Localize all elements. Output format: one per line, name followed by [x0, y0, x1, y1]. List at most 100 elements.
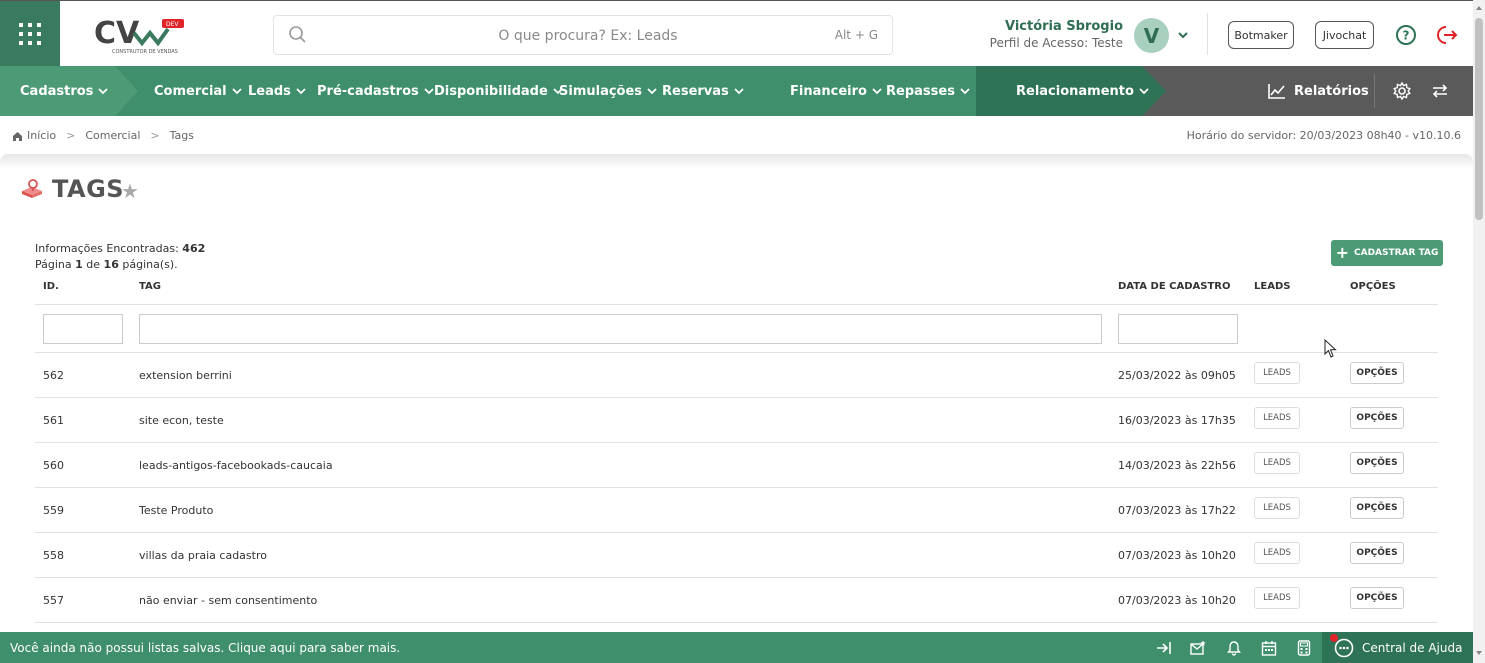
tags-module-icon [22, 179, 42, 198]
breadcrumb: Início > Comercial > Tags [12, 129, 194, 142]
cell-date: 07/03/2023 às 10h20 [1118, 594, 1236, 607]
server-time: Horário do servidor: 20/03/2023 08h40 - … [1186, 129, 1461, 142]
cell-date: 07/03/2023 às 17h22 [1118, 504, 1236, 517]
nav-item-repasses[interactable]: Repasses [886, 66, 970, 116]
table-row: 557 não enviar - sem consentimento 07/03… [35, 578, 1438, 623]
leads-button[interactable]: LEADS [1254, 542, 1300, 564]
options-button[interactable]: OPÇÕES [1350, 452, 1404, 474]
breadcrumb-home[interactable]: Início [27, 129, 56, 142]
main-nav: Cadastros Comercial Leads Pré-cadastros … [0, 66, 1473, 116]
chevron-down-icon [872, 88, 882, 95]
nav-item-reservas[interactable]: Reservas [662, 66, 744, 116]
notification-dot [1330, 634, 1338, 642]
gear-icon[interactable] [1392, 81, 1412, 101]
leads-button[interactable]: LEADS [1254, 452, 1300, 474]
cell-tag: site econ, teste [139, 414, 224, 427]
nav-item-relacionamento[interactable]: Relacionamento [1016, 66, 1149, 116]
global-search[interactable]: Alt + G [273, 15, 893, 55]
scrollbar-thumb[interactable] [1475, 18, 1483, 220]
collapse-arrow-icon[interactable] [1156, 640, 1172, 656]
chevron-down-icon [1139, 88, 1149, 95]
cell-id: 558 [43, 549, 64, 562]
options-button[interactable]: OPÇÕES [1350, 542, 1404, 564]
cell-id: 560 [43, 459, 64, 472]
chart-line-icon [1268, 84, 1285, 99]
svg-text:DEV: DEV [166, 21, 179, 28]
column-header-tag[interactable]: TAG [139, 281, 161, 292]
nav-item-financeiro[interactable]: Financeiro [790, 66, 882, 116]
results-info: Informações Encontradas: 462 Página 1 de… [35, 242, 206, 271]
mouse-pointer-icon [1324, 339, 1337, 358]
cell-id: 562 [43, 369, 64, 382]
cell-tag: extension berrini [139, 369, 232, 382]
leads-button[interactable]: LEADS [1254, 497, 1300, 519]
cell-tag: leads-antigos-facebookads-caucaia [139, 459, 333, 472]
svg-text:CV: CV [94, 16, 140, 51]
apps-grid-icon[interactable] [0, 1, 60, 67]
leads-button[interactable]: LEADS [1254, 587, 1300, 609]
calculator-icon[interactable] [1296, 640, 1312, 656]
top-header: CV DEV CONSTRUTOR DE VENDAS Alt + G Vict… [0, 0, 1485, 67]
botmaker-button[interactable]: Botmaker [1228, 21, 1294, 49]
user-info[interactable]: Victória Sbrogio Perfil de Acesso: Teste [990, 19, 1123, 50]
column-header-id[interactable]: ID. [43, 281, 59, 292]
help-center-button[interactable]: Central de Ajuda [1322, 632, 1473, 663]
nav-item-leads[interactable]: Leads [248, 66, 306, 116]
cell-id: 561 [43, 414, 64, 427]
nav-item-pre-cadastros[interactable]: Pré-cadastros [317, 66, 434, 116]
svg-text:CONSTRUTOR DE VENDAS: CONSTRUTOR DE VENDAS [112, 49, 178, 55]
logout-icon[interactable] [1437, 24, 1459, 46]
avatar[interactable]: V [1134, 18, 1169, 53]
filter-tag-input[interactable] [139, 314, 1102, 344]
page-title: TAGS [52, 175, 125, 203]
bell-icon[interactable] [1226, 640, 1242, 656]
table-row: 561 site econ, teste 16/03/2023 às 17h35… [35, 398, 1438, 443]
cell-date: 07/03/2023 às 10h20 [1118, 549, 1236, 562]
filter-id-input[interactable] [43, 314, 123, 344]
vertical-scrollbar[interactable] [1473, 0, 1485, 663]
saved-lists-message[interactable]: Você ainda não possui listas salvas. Cli… [10, 641, 400, 655]
nav-item-cadastros[interactable]: Cadastros [20, 66, 109, 116]
calendar-icon[interactable] [1261, 640, 1277, 656]
header-divider [1207, 13, 1208, 55]
table-row: 559 Teste Produto 07/03/2023 às 17h22 LE… [35, 488, 1438, 533]
chevron-down-icon [960, 88, 970, 95]
favorite-star-icon[interactable]: ★ [121, 179, 139, 203]
svg-text:?: ? [1403, 29, 1410, 43]
header-divider-line [35, 304, 1438, 305]
options-button[interactable]: OPÇÕES [1350, 362, 1404, 384]
column-header-date[interactable]: DATA DE CADASTRO [1118, 281, 1231, 292]
chevron-down-icon [232, 88, 242, 95]
options-button[interactable]: OPÇÕES [1350, 497, 1404, 519]
leads-button[interactable]: LEADS [1254, 407, 1300, 429]
swap-arrows-icon[interactable] [1430, 81, 1450, 101]
nav-item-comercial[interactable]: Comercial [154, 66, 242, 116]
nav-item-disponibilidade[interactable]: Disponibilidade [434, 66, 563, 116]
nav-divider [1374, 74, 1375, 108]
jivochat-button[interactable]: Jivochat [1315, 21, 1374, 49]
breadcrumb-tags: Tags [169, 129, 194, 142]
cell-id: 559 [43, 504, 64, 517]
cell-date: 25/03/2022 às 09h05 [1118, 369, 1236, 382]
options-button[interactable]: OPÇÕES [1350, 587, 1404, 609]
search-icon [289, 26, 306, 43]
cv-logo[interactable]: CV DEV CONSTRUTOR DE VENDAS [94, 15, 186, 55]
cell-date: 16/03/2023 às 17h35 [1118, 414, 1236, 427]
help-icon[interactable]: ? [1395, 24, 1417, 46]
breadcrumb-comercial[interactable]: Comercial [85, 129, 140, 142]
search-shortcut-hint: Alt + G [834, 28, 878, 42]
chevron-down-icon[interactable] [1176, 28, 1190, 42]
leads-button[interactable]: LEADS [1254, 362, 1300, 384]
nav-item-simulacoes[interactable]: Simulações [559, 66, 657, 116]
content-top-shadow [0, 154, 1473, 168]
search-input[interactable] [318, 22, 798, 50]
cell-tag: Teste Produto [139, 504, 214, 517]
chevron-down-icon [296, 88, 306, 95]
nav-item-relatorios[interactable]: Relatórios [1268, 66, 1369, 116]
mail-star-icon[interactable] [1190, 640, 1206, 656]
filter-date-input[interactable] [1118, 314, 1238, 344]
options-button[interactable]: OPÇÕES [1350, 407, 1404, 429]
add-tag-button[interactable]: + CADASTRAR TAG [1331, 240, 1443, 266]
table-row: 562 extension berrini 25/03/2022 às 09h0… [35, 353, 1438, 398]
user-profile: Perfil de Acesso: Teste [989, 36, 1123, 50]
